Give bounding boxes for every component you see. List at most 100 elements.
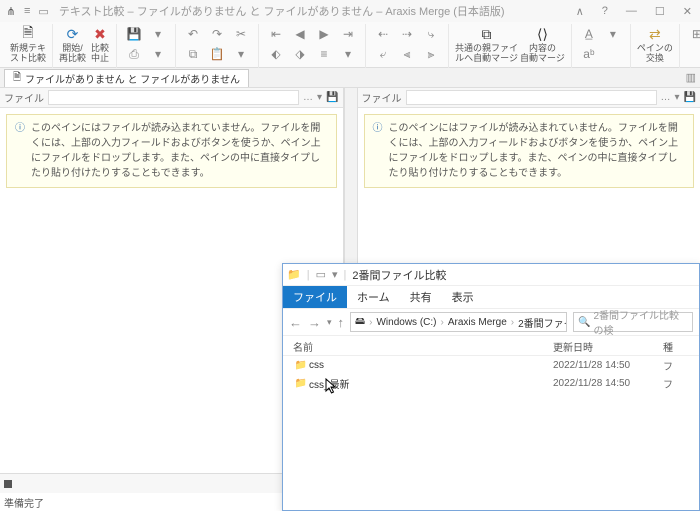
chevron-right-icon: › (441, 317, 444, 328)
column-name[interactable]: 名前 (293, 336, 553, 355)
panel-marker-icon (4, 480, 12, 488)
back-button[interactable]: ← (289, 315, 302, 330)
document-tab[interactable]: 🗎 ファイルがありません と ファイルがありません (4, 69, 249, 87)
app-icon: ⋔ (4, 4, 18, 18)
folder-icon: 📁 (287, 268, 301, 281)
explorer-title: 2番間ファイル比較 (352, 267, 446, 283)
save-icon[interactable]: 💾 (123, 24, 145, 44)
document-tabstrip: 🗎 ファイルがありません と ファイルがありません ▥ (0, 68, 700, 88)
explorer-nav: ← → ▾ ↑ 🖴 › Windows (C:) › Araxis Merge … (283, 308, 699, 336)
save-pane-icon[interactable]: 💾 (326, 92, 338, 103)
qat-divider: | (307, 269, 310, 281)
tool-icon[interactable]: ▾ (147, 24, 169, 44)
chevron-right-icon: › (369, 317, 372, 328)
ribbon: 🗎 新規テキ スト比較 ⟳ 開始/ 再比較 ✖ 比較 中止 💾 ▾ ⎙ ▾ (0, 22, 700, 68)
print-icon[interactable]: ⎙ (123, 44, 145, 64)
nav2-icon[interactable]: ◀ (289, 24, 311, 44)
explorer-search[interactable]: 🔍 2番間ファイル比較の検 (573, 312, 693, 332)
nav1-icon[interactable]: ⇤ (265, 24, 287, 44)
font2-icon[interactable]: ▾ (602, 24, 624, 44)
nav4-icon[interactable]: ⇥ (337, 24, 359, 44)
nav7-icon[interactable]: ≡ (313, 44, 335, 64)
dropdown-icon[interactable]: ▾ (317, 92, 322, 103)
explorer-tab-file[interactable]: ファイル (283, 286, 347, 308)
auto-merge-parent-button[interactable]: ⧉ 共通の親ファイ ルへ自動マージ (455, 24, 518, 64)
maximize-button[interactable]: ☐ (651, 5, 669, 18)
font3-icon[interactable]: aᵇ (578, 44, 600, 64)
left-file-input[interactable] (48, 90, 299, 105)
code-icon: ⟨⟩ (532, 25, 552, 43)
forward-button[interactable]: → (308, 315, 321, 330)
cut-icon[interactable]: ✂ (230, 24, 252, 44)
merge5-icon[interactable]: ⫷ (396, 44, 418, 64)
explorer-tab-home[interactable]: ホーム (347, 286, 400, 308)
browse-icon[interactable]: … (303, 92, 313, 103)
merge1-icon[interactable]: ⇠ (372, 24, 394, 44)
up-button[interactable]: ↑ (338, 315, 345, 330)
list-item[interactable]: 📁 css_最新 2022/11/28 14:50 フ (293, 374, 699, 392)
explorer-qat-dropdown-icon[interactable]: ▾ (332, 268, 338, 281)
tool2-icon[interactable]: ▾ (147, 44, 169, 64)
explorer-columns: 名前 更新日時 種 (283, 336, 699, 356)
qat-folder-icon[interactable]: ▭ (38, 5, 48, 18)
explorer-tab-view[interactable]: 表示 (442, 286, 484, 308)
list-item[interactable]: 📁 css 2022/11/28 14:50 フ (293, 356, 699, 374)
stop-compare-button[interactable]: ✖ 比較 中止 (90, 24, 110, 64)
close-button[interactable]: ✕ (679, 5, 696, 18)
column-type[interactable]: 種 (663, 336, 693, 355)
bottom-panel-header[interactable] (0, 473, 282, 493)
save-pane-icon[interactable]: 💾 (684, 92, 696, 103)
help-icon[interactable]: ? (598, 5, 612, 18)
drive-icon: 🖴 (355, 314, 365, 331)
status-bar: 準備完了 (0, 493, 282, 511)
swap-panes-button[interactable]: ⇄ ペインの 交換 (637, 24, 673, 64)
explorer-qat-icon[interactable]: ▭ (316, 268, 326, 281)
nav8-icon[interactable]: ▾ (337, 44, 359, 64)
nav3-icon[interactable]: ▶ (313, 24, 335, 44)
info-icon: ⓘ (15, 121, 25, 181)
qat-menu-icon[interactable]: ≡ (24, 5, 30, 18)
file-label: ファイル (362, 90, 402, 105)
info-icon: ⓘ (373, 121, 383, 181)
breadcrumb[interactable]: 🖴 › Windows (C:) › Araxis Merge › 2番間ファイ… (350, 312, 567, 332)
nav6-icon[interactable]: ⬗ (289, 44, 311, 64)
explorer-tab-share[interactable]: 共有 (400, 286, 442, 308)
titlebar: ⋔ ≡ ▭ テキスト比較 – ファイルがありません と ファイルがありません –… (0, 0, 700, 22)
minimize-button[interactable]: — (622, 5, 641, 18)
search-icon: 🔍 (578, 317, 590, 328)
explorer-menubar: ファイル ホーム 共有 表示 (283, 286, 699, 308)
chevron-right-icon: › (511, 317, 514, 328)
doc-icon: 🗎 (13, 70, 21, 87)
nav5-icon[interactable]: ⬖ (265, 44, 287, 64)
view1-icon[interactable]: ⊞ (686, 24, 700, 44)
misc-icon[interactable]: ▾ (230, 44, 252, 64)
docs-icon: ⧉ (477, 25, 497, 43)
swap-icon: ⇄ (645, 25, 665, 43)
history-dropdown-icon[interactable]: ▾ (327, 317, 332, 328)
refresh-icon: ⟳ (63, 25, 83, 43)
browse-icon[interactable]: … (661, 92, 671, 103)
undo-icon[interactable]: ↶ (182, 24, 204, 44)
paste-icon[interactable]: 📋 (206, 44, 228, 64)
merge3-icon[interactable]: ⤷ (420, 24, 442, 44)
left-info-box: ⓘ このペインにはファイルが読み込まれていません。ファイルを開くには、上部の入力… (6, 114, 337, 188)
left-pane-header: ファイル … ▾ 💾 (0, 88, 343, 108)
auto-merge-content-button[interactable]: ⟨⟩ 内容の 自動マージ (520, 24, 565, 64)
stop-icon: ✖ (90, 25, 110, 43)
recompare-button[interactable]: ⟳ 開始/ 再比較 (59, 24, 86, 64)
document-icon: 🗎 (18, 25, 38, 43)
font1-icon[interactable]: A̲ (578, 24, 600, 44)
redo-icon[interactable]: ↷ (206, 24, 228, 44)
right-file-input[interactable] (406, 90, 657, 105)
tab-options-icon[interactable]: ▥ (686, 71, 696, 84)
new-compare-button[interactable]: 🗎 新規テキ スト比較 (10, 24, 46, 64)
ribbon-collapse-icon[interactable]: ∧ (572, 5, 588, 18)
merge2-icon[interactable]: ⇢ (396, 24, 418, 44)
merge6-icon[interactable]: ⫸ (420, 44, 442, 64)
column-date[interactable]: 更新日時 (553, 336, 663, 355)
merge4-icon[interactable]: ⤶ (372, 44, 394, 64)
explorer-titlebar: 📁 | ▭ ▾ | 2番間ファイル比較 (283, 264, 699, 286)
copy-icon[interactable]: ⧉ (182, 44, 204, 64)
explorer-list: 📁 css 2022/11/28 14:50 フ 📁 css_最新 2022/1… (283, 356, 699, 510)
dropdown-icon[interactable]: ▾ (675, 92, 680, 103)
